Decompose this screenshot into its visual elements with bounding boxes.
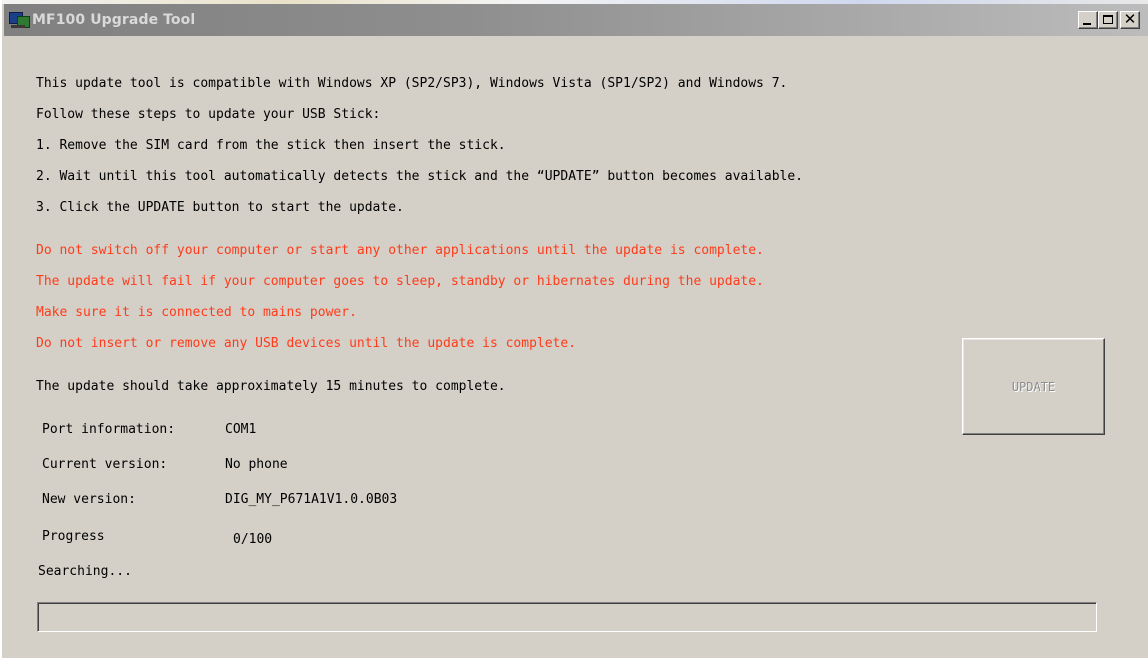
progress-value: 0/100 — [233, 532, 273, 547]
current-version-value: No phone — [225, 457, 288, 472]
steps-intro-text: Follow these steps to update your USB St… — [36, 107, 381, 122]
maximize-icon — [1103, 15, 1113, 24]
compatibility-text: This update tool is compatible with Wind… — [36, 76, 788, 91]
close-button[interactable]: ✕ — [1120, 10, 1140, 29]
warning-power-off: Do not switch off your computer or start… — [36, 243, 764, 258]
warning-sleep: The update will fail if your computer go… — [36, 274, 764, 289]
window-title: MF100 Upgrade Tool — [32, 12, 196, 28]
progress-bar — [37, 602, 1097, 632]
current-version-label: Current version: — [42, 457, 168, 472]
status-text: Searching... — [38, 564, 132, 579]
new-version-label: New version: — [42, 492, 136, 507]
minimize-icon — [1083, 23, 1091, 25]
progress-label: Progress — [42, 529, 105, 544]
window-controls: ✕ — [1078, 10, 1140, 29]
new-version-value: DIG_MY_P671A1V1.0.0B03 — [225, 492, 398, 507]
warning-usb-devices: Do not insert or remove any USB devices … — [36, 336, 577, 351]
close-icon: ✕ — [1123, 10, 1137, 28]
port-info-value: COM1 — [225, 422, 257, 437]
upgrade-tool-window: MF100 Upgrade Tool ✕ This update tool is… — [0, 0, 1148, 658]
port-info-label: Port information: — [42, 422, 176, 437]
computer-monitor-icon[interactable] — [8, 10, 30, 30]
warning-mains-power: Make sure it is connected to mains power… — [36, 305, 357, 320]
title-bar[interactable]: MF100 Upgrade Tool ✕ — [4, 4, 1148, 36]
step-2-text: 2. Wait until this tool automatically de… — [36, 169, 804, 184]
minimize-button[interactable] — [1078, 11, 1098, 29]
step-1-text: 1. Remove the SIM card from the stick th… — [36, 138, 506, 153]
duration-text: The update should take approximately 15 … — [36, 379, 506, 394]
update-button[interactable]: UPDATE — [962, 338, 1105, 435]
maximize-button[interactable] — [1098, 11, 1118, 29]
step-3-text: 3. Click the UPDATE button to start the … — [36, 200, 404, 215]
